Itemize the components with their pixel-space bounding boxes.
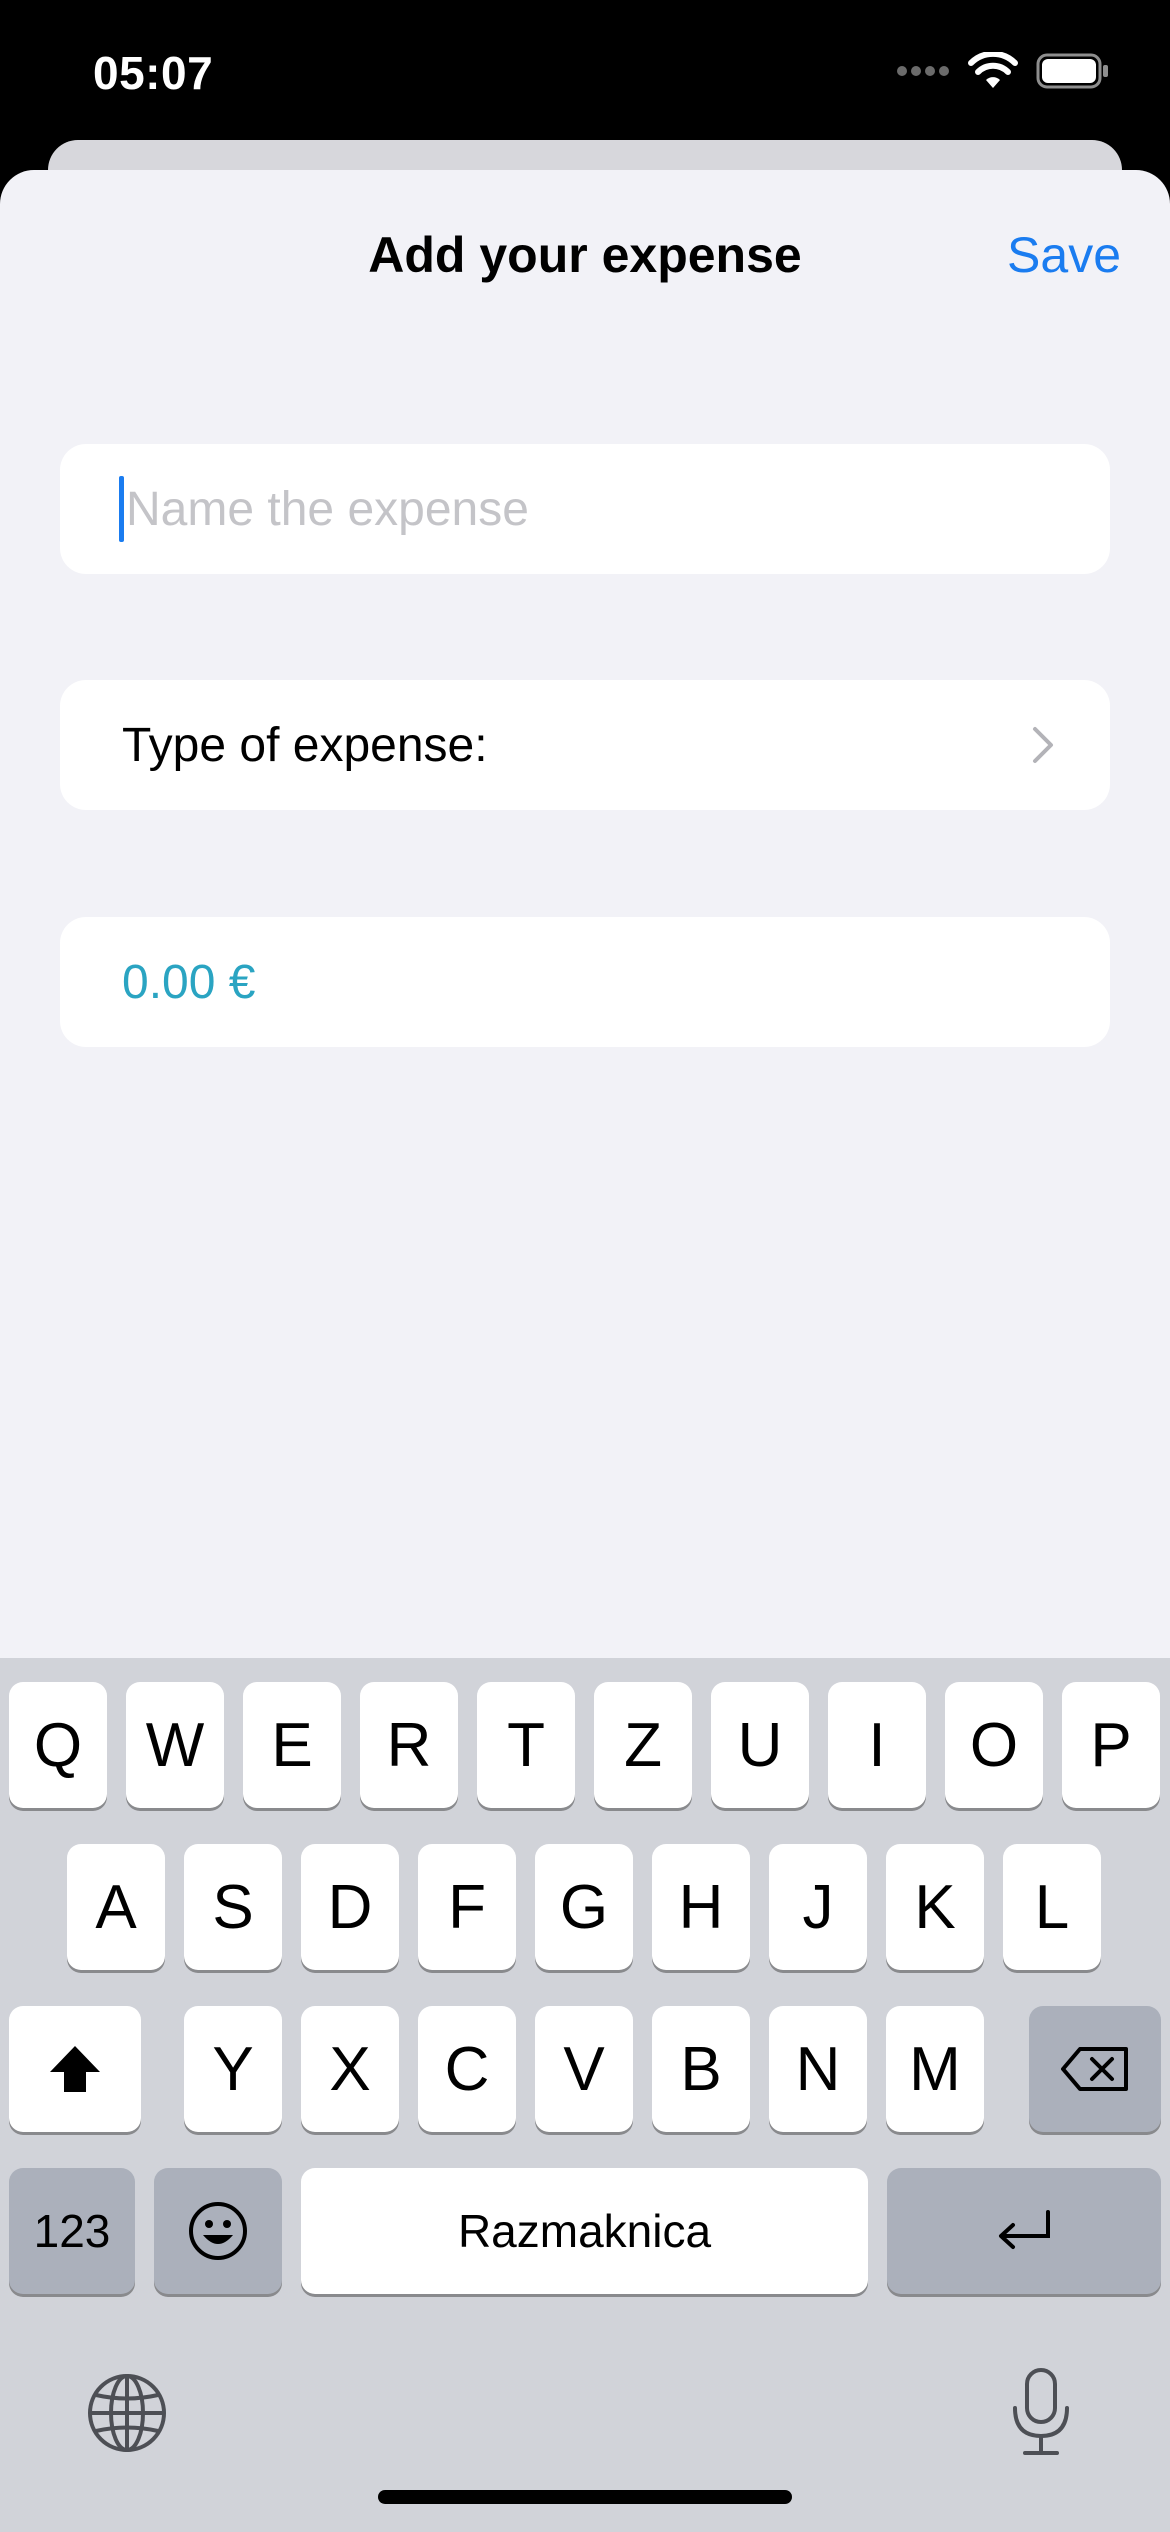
key-o[interactable]: O (945, 1682, 1043, 1808)
status-time: 05:07 (93, 47, 214, 99)
return-icon (999, 2210, 1050, 2249)
expense-name-field[interactable]: Name the expense (60, 444, 1110, 574)
key-q[interactable]: Q (9, 1682, 107, 1808)
key-u[interactable]: U (711, 1682, 809, 1808)
key-j[interactable]: J (769, 1844, 867, 1970)
wifi-icon (968, 52, 1018, 88)
key-c[interactable]: C (418, 2006, 516, 2132)
save-button[interactable]: Save (1007, 226, 1121, 284)
key-n[interactable]: N (769, 2006, 867, 2132)
return-key[interactable] (887, 2168, 1161, 2294)
keyboard: Q W E R T Z U I O P A S D F G H J K L Y … (0, 1658, 1170, 2532)
key-e[interactable]: E (243, 1682, 341, 1808)
key-i[interactable]: I (828, 1682, 926, 1808)
microphone-icon[interactable] (1009, 2366, 1073, 2458)
expense-type-row[interactable]: Type of expense: (60, 680, 1110, 810)
key-x[interactable]: X (301, 2006, 399, 2132)
key-h[interactable]: H (652, 1844, 750, 1970)
chevron-right-icon (1033, 727, 1053, 763)
shift-icon (50, 2046, 100, 2092)
home-indicator (378, 2490, 792, 2504)
key-w[interactable]: W (126, 1682, 224, 1808)
key-m[interactable]: M (886, 2006, 984, 2132)
page-title: Add your expense (368, 227, 802, 283)
amount-value: 0.00 € (122, 955, 256, 1009)
expense-type-label: Type of expense: (122, 718, 488, 772)
amount-field[interactable]: 0.00 € (60, 917, 1110, 1047)
key-y[interactable]: Y (184, 2006, 282, 2132)
numbers-key[interactable]: 123 (9, 2168, 135, 2294)
battery-icon (1036, 53, 1108, 89)
emoji-icon (189, 2202, 247, 2260)
key-l[interactable]: L (1003, 1844, 1101, 1970)
key-z[interactable]: Z (594, 1682, 692, 1808)
key-t[interactable]: T (477, 1682, 575, 1808)
key-p[interactable]: P (1062, 1682, 1160, 1808)
key-s[interactable]: S (184, 1844, 282, 1970)
key-d[interactable]: D (301, 1844, 399, 1970)
emoji-key[interactable] (154, 2168, 282, 2294)
key-k[interactable]: K (886, 1844, 984, 1970)
key-r[interactable]: R (360, 1682, 458, 1808)
key-f[interactable]: F (418, 1844, 516, 1970)
key-b[interactable]: B (652, 2006, 750, 2132)
globe-icon[interactable] (86, 2372, 168, 2454)
text-cursor (119, 476, 124, 542)
key-a[interactable]: A (67, 1844, 165, 1970)
expense-name-placeholder: Name the expense (126, 482, 529, 536)
key-g[interactable]: G (535, 1844, 633, 1970)
space-key[interactable]: Razmaknica (301, 2168, 868, 2294)
shift-key[interactable] (9, 2006, 141, 2132)
key-v[interactable]: V (535, 2006, 633, 2132)
backspace-key[interactable] (1029, 2006, 1161, 2132)
status-icons (896, 52, 1110, 90)
backspace-icon (1061, 2047, 1128, 2091)
signal-dots-icon (897, 66, 949, 76)
